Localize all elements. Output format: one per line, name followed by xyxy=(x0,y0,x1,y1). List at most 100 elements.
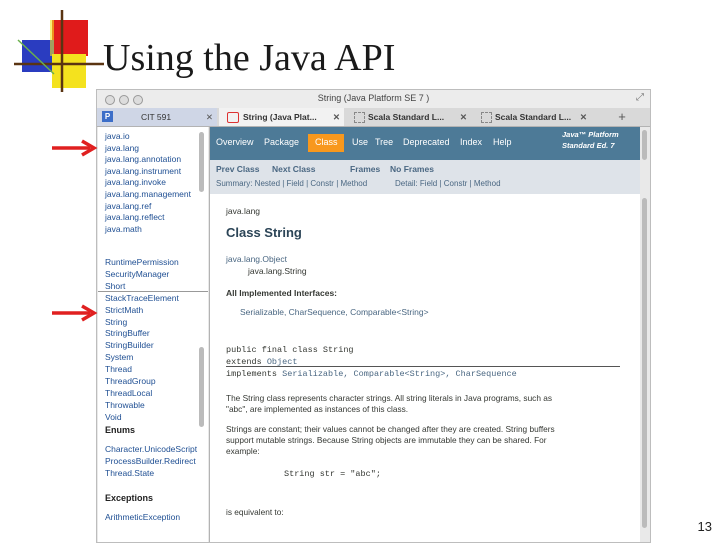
slide-title: Using the Java API xyxy=(103,37,396,79)
list-item[interactable]: Character.UnicodeScript xyxy=(105,444,197,454)
browser-window: String (Java Platform SE 7 ) ⤢ P CIT 591… xyxy=(96,89,651,543)
page-number: 13 xyxy=(697,519,712,534)
list-item[interactable]: ThreadGroup xyxy=(105,376,156,386)
description-para1-line2: "abc", are implemented as instances of t… xyxy=(226,404,409,414)
description-para2-line1: Strings are constant; their values canno… xyxy=(226,424,555,434)
list-item[interactable]: String xyxy=(105,317,127,327)
class-scrollbar[interactable] xyxy=(199,347,204,427)
package-name: java.lang xyxy=(226,206,261,216)
list-item[interactable]: java.lang xyxy=(105,143,139,153)
list-item[interactable]: Thread.State xyxy=(105,468,154,478)
brand-line-1: Java™ Platform xyxy=(562,130,619,139)
hierarchy-string: java.lang.String xyxy=(248,266,307,276)
implements-keyword: implements xyxy=(226,369,278,379)
title-bar: String (Java Platform SE 7 ) ⤢ xyxy=(97,90,650,108)
extends-keyword: extends xyxy=(226,357,262,367)
list-item[interactable]: StringBuilder xyxy=(105,340,154,350)
declaration-line-1: public final class String xyxy=(226,345,354,355)
nav-tree[interactable]: Tree xyxy=(375,137,393,147)
enums-heading: Enums xyxy=(105,425,136,435)
tab-bar: P CIT 591 ✕ String (Java Plat... ✕ Scala… xyxy=(97,108,650,127)
description-para1-line1: The String class represents character st… xyxy=(226,393,553,403)
slide-logo-decoration xyxy=(14,10,104,92)
list-item[interactable]: ThreadLocal xyxy=(105,388,152,398)
nav-deprecated[interactable]: Deprecated xyxy=(403,137,450,147)
doc-scrollbar[interactable] xyxy=(642,198,647,528)
list-item[interactable]: java.math xyxy=(105,224,142,234)
list-item[interactable]: RuntimePermission xyxy=(105,257,179,267)
package-scrollbar[interactable] xyxy=(199,132,204,192)
description-para2-line3: example: xyxy=(226,446,260,456)
page-icon xyxy=(354,112,365,123)
summary-links[interactable]: Summary: Nested | Field | Constr | Metho… xyxy=(216,179,367,188)
list-item[interactable]: StackTraceElement xyxy=(105,293,179,303)
brand-line-2: Standard Ed. 7 xyxy=(562,141,615,150)
list-item[interactable]: StrictMath xyxy=(105,305,143,315)
frames-link[interactable]: Frames xyxy=(350,164,380,174)
top-nav-bar: Overview Package Class Use Tree Deprecat… xyxy=(210,127,640,160)
list-item[interactable]: java.lang.invoke xyxy=(105,177,166,187)
tab-label: String (Java Plat... xyxy=(243,112,317,122)
java-icon xyxy=(227,112,239,123)
list-item[interactable]: System xyxy=(105,352,133,362)
tab-scala-1[interactable]: Scala Standard L... ✕ xyxy=(346,108,471,126)
prev-class-link[interactable]: Prev Class xyxy=(216,164,259,174)
hierarchy-object-link[interactable]: java.lang.Object xyxy=(226,254,287,264)
class-frame: java.io java.lang java.lang.annotation java… xyxy=(98,127,208,542)
list-item[interactable]: ProcessBuilder.Redirect xyxy=(105,456,196,466)
class-title: Class String xyxy=(226,225,302,240)
window-title: String (Java Platform SE 7 ) xyxy=(317,93,430,103)
list-item[interactable]: SecurityManager xyxy=(105,269,169,279)
list-item[interactable]: java.lang.instrument xyxy=(105,166,181,176)
nav-help[interactable]: Help xyxy=(493,137,512,147)
list-item[interactable]: java.lang.annotation xyxy=(105,154,181,164)
nav-scrollbar[interactable] xyxy=(642,130,647,160)
interfaces-heading: All Implemented Interfaces: xyxy=(226,288,338,298)
list-item[interactable]: java.lang.management xyxy=(105,189,191,199)
no-frames-link[interactable]: No Frames xyxy=(390,164,434,174)
list-item[interactable]: ArithmeticException xyxy=(105,512,180,522)
list-item[interactable]: java.lang.reflect xyxy=(105,212,165,222)
list-item[interactable]: StringBuffer xyxy=(105,328,150,338)
doc-frame: Overview Package Class Use Tree Deprecat… xyxy=(209,127,640,542)
nav-use[interactable]: Use xyxy=(352,137,368,147)
code-example: String str = "abc"; xyxy=(284,469,381,479)
list-item[interactable]: java.lang.ref xyxy=(105,201,151,211)
close-tab-icon[interactable]: ✕ xyxy=(206,108,213,126)
tab-label: CIT 591 xyxy=(141,112,172,122)
sub-nav-bar: Prev Class Next Class Frames No Frames S… xyxy=(210,160,640,194)
page-icon xyxy=(481,112,492,123)
tab-label: Scala Standard L... xyxy=(495,112,572,122)
object-link[interactable]: Object xyxy=(267,357,298,367)
close-tab-icon[interactable]: ✕ xyxy=(580,108,587,126)
arrow-string-icon xyxy=(52,304,98,322)
detail-links[interactable]: Detail: Field | Constr | Method xyxy=(395,179,501,188)
close-tab-icon[interactable]: ✕ xyxy=(460,108,467,126)
new-tab-button[interactable]: + xyxy=(597,108,647,126)
exceptions-heading: Exceptions xyxy=(105,493,154,503)
fullscreen-icon[interactable]: ⤢ xyxy=(636,92,644,103)
tab-cit591[interactable]: P CIT 591 ✕ xyxy=(97,108,217,126)
nav-index[interactable]: Index xyxy=(460,137,482,147)
nav-class[interactable]: Class xyxy=(315,137,338,147)
equivalent-text: is equivalent to: xyxy=(226,507,284,517)
nav-package[interactable]: Package xyxy=(264,137,299,147)
description-para2-line2: support mutable strings. Because String … xyxy=(226,435,547,445)
nav-overview[interactable]: Overview xyxy=(216,137,254,147)
tab-string[interactable]: String (Java Plat... ✕ xyxy=(219,108,344,126)
list-item[interactable]: Void xyxy=(105,412,122,422)
p-icon: P xyxy=(102,111,113,122)
list-item[interactable]: java.io xyxy=(105,131,130,141)
close-tab-icon[interactable]: ✕ xyxy=(333,108,340,126)
interfaces-links[interactable]: Serializable, CharSequence, Comparable<S… xyxy=(240,307,429,317)
implements-links[interactable]: Serializable, Comparable<String>, CharSe… xyxy=(282,369,517,379)
tab-label: Scala Standard L... xyxy=(368,112,445,122)
declaration-line-3: implements Serializable, Comparable<Stri… xyxy=(226,369,517,379)
next-class-link[interactable]: Next Class xyxy=(272,164,315,174)
list-item[interactable]: Short xyxy=(105,281,125,291)
tab-scala-2[interactable]: Scala Standard L... ✕ xyxy=(473,108,591,126)
declaration-line-2: extends Object xyxy=(226,357,297,367)
list-item[interactable]: Thread xyxy=(105,364,132,374)
list-item[interactable]: Throwable xyxy=(105,400,145,410)
arrow-java-lang-icon xyxy=(52,139,98,157)
